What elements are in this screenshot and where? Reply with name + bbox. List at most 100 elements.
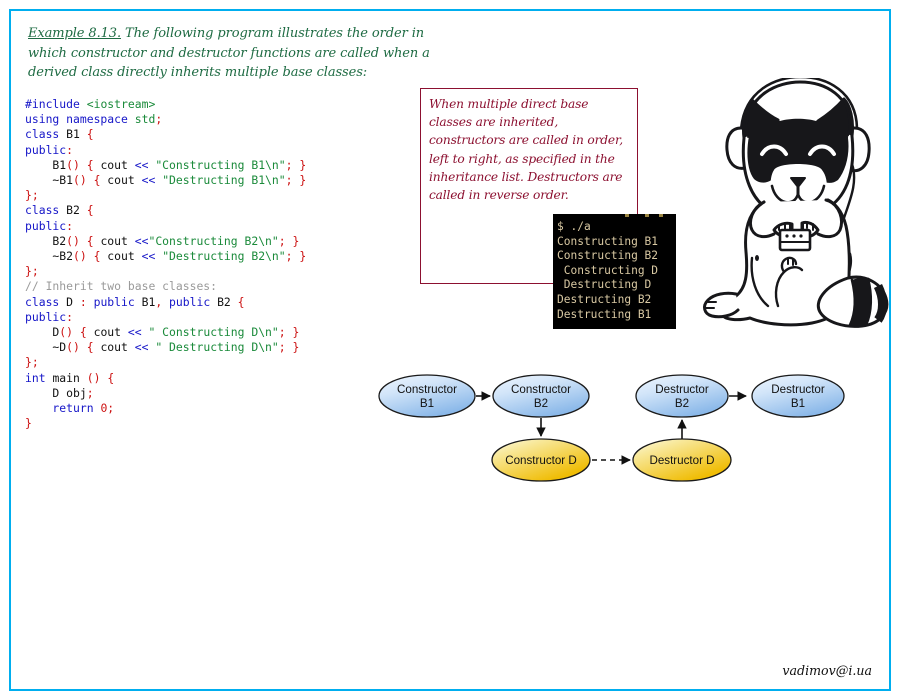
- node-label-line2: B1: [420, 397, 434, 410]
- code-token: D obj: [25, 385, 87, 400]
- raccoon-with-headphones-icon: [700, 75, 892, 340]
- code-token: ;: [278, 340, 286, 355]
- code-token: ;: [155, 112, 163, 127]
- code-token: }: [299, 249, 307, 264]
- code-token: "Constructing B1\n": [155, 157, 286, 172]
- code-token: (): [86, 370, 101, 385]
- code-token: <<: [141, 249, 156, 264]
- code-line: class D : public B1, public B2 {: [25, 295, 306, 310]
- code-line: public:: [25, 310, 306, 325]
- code-token: <<: [134, 233, 149, 248]
- code-line: class B1 {: [25, 127, 306, 142]
- code-token: {: [107, 370, 115, 385]
- node-shape: [492, 374, 590, 418]
- code-line: }: [25, 416, 306, 431]
- code-token: }: [299, 157, 307, 172]
- code-line: };: [25, 188, 306, 203]
- terminal-output-window: $ ./a Constructing B1 Constructing B2 Cons…: [553, 214, 676, 329]
- code-token: cout: [93, 340, 135, 355]
- code-token: :: [66, 142, 74, 157]
- code-token: std: [134, 112, 156, 127]
- code-token: <<: [141, 173, 156, 188]
- node-label-line1: Constructor: [397, 383, 457, 396]
- code-token: cout: [100, 249, 142, 264]
- code-token: (): [66, 157, 80, 172]
- terminal-text: $ ./a Constructing B1 Constructing B2 Cons…: [557, 220, 658, 322]
- strip-tick: [625, 214, 629, 217]
- code-token: ;: [285, 157, 293, 172]
- flow-node-ctor-d[interactable]: Constructor D: [491, 438, 591, 482]
- code-token: "Destructing B1\n": [162, 173, 286, 188]
- node-label-line2: B2: [534, 397, 548, 410]
- code-token: // Inherit two base classes:: [25, 279, 218, 294]
- flow-node-ctor-b1[interactable]: Constructor B1: [378, 374, 476, 418]
- code-token: }: [292, 325, 300, 340]
- code-line: using namespace std;: [25, 112, 306, 127]
- code-token: "Destructing B2\n": [162, 249, 286, 264]
- node-label-line1: Constructor: [511, 383, 571, 396]
- code-token: {: [237, 294, 245, 309]
- code-token: B2: [25, 233, 67, 248]
- node-shape: [378, 374, 476, 418]
- flow-node-dtor-d[interactable]: Destructor D: [632, 438, 732, 482]
- terminal-line: Destructing D: [557, 278, 652, 292]
- flow-node-dtor-b2[interactable]: Destructor B2: [635, 374, 729, 418]
- code-token: " Destructing D\n": [155, 340, 279, 355]
- code-token: ~D: [25, 340, 67, 355]
- code-token: int: [25, 370, 53, 385]
- code-token: (): [73, 249, 87, 264]
- node-label-line1: Destructor D: [649, 454, 714, 467]
- code-token: B1: [66, 127, 87, 142]
- code-token: B2: [217, 294, 238, 309]
- code-token: B1: [141, 294, 156, 309]
- terminal-title-strip: [553, 214, 676, 219]
- node-label-line2: B2: [675, 397, 689, 410]
- code-line: int main () {: [25, 371, 306, 386]
- intro-paragraph: Example 8.13. The following program illu…: [28, 24, 448, 83]
- code-token: class: [25, 127, 67, 142]
- code-token: }: [292, 340, 300, 355]
- code-token: class: [25, 203, 67, 218]
- code-token: (): [66, 233, 80, 248]
- code-token: ;: [285, 249, 293, 264]
- code-token: }: [299, 173, 307, 188]
- code-token: {: [79, 325, 87, 340]
- code-token: public: [25, 142, 67, 157]
- flow-node-dtor-b1[interactable]: Destructor B1: [751, 374, 845, 418]
- code-token: {: [86, 127, 94, 142]
- code-token: {: [86, 157, 94, 172]
- code-line: return 0;: [25, 401, 306, 416]
- code-token: D: [66, 294, 80, 309]
- code-token: cout: [93, 157, 135, 172]
- callout-text: When multiple direct base classes are in…: [429, 97, 624, 203]
- code-token: :: [66, 309, 74, 324]
- code-token: :: [79, 294, 87, 309]
- code-token: };: [25, 264, 39, 279]
- code-token: };: [25, 188, 39, 203]
- code-line: public:: [25, 143, 306, 158]
- code-line: ~B1() { cout << "Destructing B1\n"; }: [25, 173, 306, 188]
- code-line: // Inherit two base classes:: [25, 279, 306, 294]
- code-line: class B2 {: [25, 203, 306, 218]
- node-label-line1: Destructor: [771, 383, 825, 396]
- node-shape: [635, 374, 729, 418]
- terminal-line: Destructing B1: [557, 307, 652, 321]
- code-token: {: [86, 233, 94, 248]
- code-line: D() { cout << " Constructing D\n"; }: [25, 325, 306, 340]
- flow-node-ctor-b2[interactable]: Constructor B2: [492, 374, 590, 418]
- code-token: cout: [86, 325, 128, 340]
- code-token: <iostream>: [86, 97, 156, 111]
- code-line: #include <iostream>: [25, 97, 306, 112]
- code-token: {: [86, 203, 94, 218]
- code-token: #include: [25, 97, 87, 111]
- terminal-line: Destructing B2: [557, 292, 652, 306]
- code-token: }: [292, 233, 300, 248]
- code-block: #include <iostream> using namespace std; c…: [25, 97, 306, 431]
- code-token: :: [66, 218, 74, 233]
- node-label-line1: Destructor: [655, 383, 709, 396]
